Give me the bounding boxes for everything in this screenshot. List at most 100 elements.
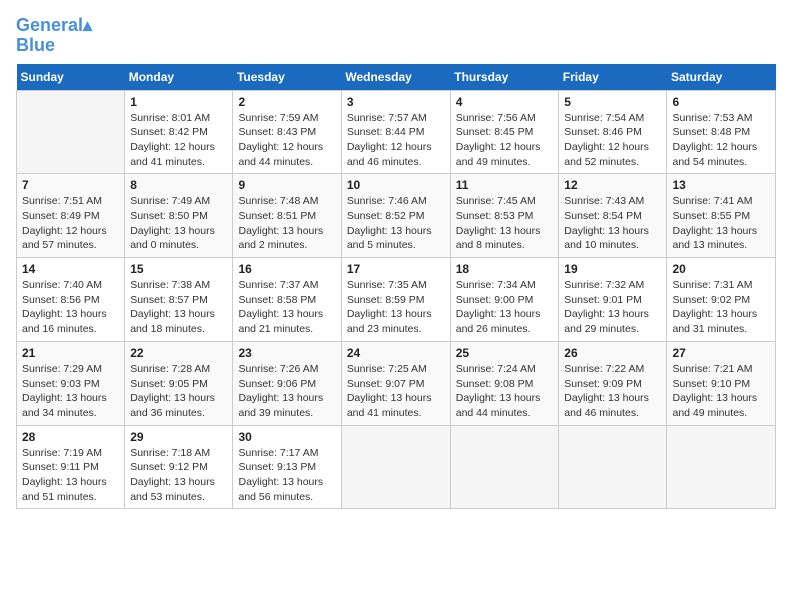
day-number: 10 <box>347 178 445 192</box>
day-number: 4 <box>456 95 554 109</box>
page-header: General▴ Blue <box>16 16 776 56</box>
header-saturday: Saturday <box>667 64 776 91</box>
day-cell: 25 Sunrise: 7:24 AM Sunset: 9:08 PM Dayli… <box>450 341 559 425</box>
day-cell: 27Sunrise: 7:21 AM Sunset: 9:10 PM Dayli… <box>667 341 776 425</box>
header-wednesday: Wednesday <box>341 64 450 91</box>
header-thursday: Thursday <box>450 64 559 91</box>
day-info: Sunrise: 7:25 AM Sunset: 9:07 PM Dayligh… <box>347 362 445 421</box>
logo: General▴ Blue <box>16 16 92 56</box>
day-cell: 16 Sunrise: 7:37 AM Sunset: 8:58 PM Dayli… <box>233 258 341 342</box>
day-info: Sunrise: 7:29 AM Sunset: 9:03 PM Dayligh… <box>22 362 119 421</box>
calendar-header-row: SundayMondayTuesdayWednesdayThursdayFrid… <box>17 64 776 91</box>
day-cell: 8Sunrise: 7:49 AM Sunset: 8:50 PM Daylig… <box>125 174 233 258</box>
day-number: 12 <box>564 178 661 192</box>
day-cell: 9 Sunrise: 7:48 AM Sunset: 8:51 PM Daylig… <box>233 174 341 258</box>
day-cell <box>667 425 776 509</box>
day-info: Sunrise: 7:40 AM Sunset: 8:56 PM Dayligh… <box>22 278 119 337</box>
day-info: Sunrise: 7:57 AM Sunset: 8:44 PM Dayligh… <box>347 111 445 170</box>
week-row-1: 1Sunrise: 8:01 AM Sunset: 8:42 PM Daylig… <box>17 90 776 174</box>
day-cell: 28 Sunrise: 7:19 AM Sunset: 9:11 PM Dayli… <box>17 425 125 509</box>
day-info: Sunrise: 7:56 AM Sunset: 8:45 PM Dayligh… <box>456 111 554 170</box>
day-info: Sunrise: 7:32 AM Sunset: 9:01 PM Dayligh… <box>564 278 661 337</box>
day-number: 13 <box>672 178 770 192</box>
day-number: 23 <box>238 346 335 360</box>
logo-blue: Blue <box>16 35 55 55</box>
day-number: 2 <box>238 95 335 109</box>
day-number: 5 <box>564 95 661 109</box>
day-info: Sunrise: 7:43 AM Sunset: 8:54 PM Dayligh… <box>564 194 661 253</box>
day-number: 16 <box>238 262 335 276</box>
day-cell: 30Sunrise: 7:17 AM Sunset: 9:13 PM Dayli… <box>233 425 341 509</box>
header-friday: Friday <box>559 64 667 91</box>
day-cell: 22 Sunrise: 7:28 AM Sunset: 9:05 PM Dayli… <box>125 341 233 425</box>
day-cell: 1Sunrise: 8:01 AM Sunset: 8:42 PM Daylig… <box>125 90 233 174</box>
day-cell: 4 Sunrise: 7:56 AM Sunset: 8:45 PM Daylig… <box>450 90 559 174</box>
calendar-table: SundayMondayTuesdayWednesdayThursdayFrid… <box>16 64 776 510</box>
day-info: Sunrise: 7:24 AM Sunset: 9:08 PM Dayligh… <box>456 362 554 421</box>
header-sunday: Sunday <box>17 64 125 91</box>
day-cell: 6Sunrise: 7:53 AM Sunset: 8:48 PM Daylig… <box>667 90 776 174</box>
day-cell: 19 Sunrise: 7:32 AM Sunset: 9:01 PM Dayli… <box>559 258 667 342</box>
day-info: Sunrise: 7:41 AM Sunset: 8:55 PM Dayligh… <box>672 194 770 253</box>
day-cell <box>341 425 450 509</box>
day-number: 3 <box>347 95 445 109</box>
day-number: 18 <box>456 262 554 276</box>
week-row-3: 14 Sunrise: 7:40 AM Sunset: 8:56 PM Dayli… <box>17 258 776 342</box>
day-cell: 20Sunrise: 7:31 AM Sunset: 9:02 PM Dayli… <box>667 258 776 342</box>
day-info: Sunrise: 7:22 AM Sunset: 9:09 PM Dayligh… <box>564 362 661 421</box>
day-number: 14 <box>22 262 119 276</box>
day-cell: 11Sunrise: 7:45 AM Sunset: 8:53 PM Dayli… <box>450 174 559 258</box>
header-monday: Monday <box>125 64 233 91</box>
day-info: Sunrise: 7:59 AM Sunset: 8:43 PM Dayligh… <box>238 111 335 170</box>
day-number: 11 <box>456 178 554 192</box>
day-cell: 29Sunrise: 7:18 AM Sunset: 9:12 PM Dayli… <box>125 425 233 509</box>
logo-text: General▴ Blue <box>16 16 92 56</box>
day-info: Sunrise: 8:01 AM Sunset: 8:42 PM Dayligh… <box>130 111 227 170</box>
day-cell: 17 Sunrise: 7:35 AM Sunset: 8:59 PM Dayli… <box>341 258 450 342</box>
day-cell: 21Sunrise: 7:29 AM Sunset: 9:03 PM Dayli… <box>17 341 125 425</box>
header-tuesday: Tuesday <box>233 64 341 91</box>
day-info: Sunrise: 7:51 AM Sunset: 8:49 PM Dayligh… <box>22 194 119 253</box>
day-cell: 3 Sunrise: 7:57 AM Sunset: 8:44 PM Daylig… <box>341 90 450 174</box>
day-info: Sunrise: 7:54 AM Sunset: 8:46 PM Dayligh… <box>564 111 661 170</box>
day-info: Sunrise: 7:28 AM Sunset: 9:05 PM Dayligh… <box>130 362 227 421</box>
day-info: Sunrise: 7:26 AM Sunset: 9:06 PM Dayligh… <box>238 362 335 421</box>
day-info: Sunrise: 7:21 AM Sunset: 9:10 PM Dayligh… <box>672 362 770 421</box>
week-row-2: 7 Sunrise: 7:51 AM Sunset: 8:49 PM Daylig… <box>17 174 776 258</box>
day-info: Sunrise: 7:19 AM Sunset: 9:11 PM Dayligh… <box>22 446 119 505</box>
day-info: Sunrise: 7:48 AM Sunset: 8:51 PM Dayligh… <box>238 194 335 253</box>
day-info: Sunrise: 7:18 AM Sunset: 9:12 PM Dayligh… <box>130 446 227 505</box>
day-info: Sunrise: 7:35 AM Sunset: 8:59 PM Dayligh… <box>347 278 445 337</box>
day-number: 25 <box>456 346 554 360</box>
day-number: 19 <box>564 262 661 276</box>
day-cell: 15 Sunrise: 7:38 AM Sunset: 8:57 PM Dayli… <box>125 258 233 342</box>
week-row-4: 21Sunrise: 7:29 AM Sunset: 9:03 PM Dayli… <box>17 341 776 425</box>
day-number: 22 <box>130 346 227 360</box>
day-cell: 14 Sunrise: 7:40 AM Sunset: 8:56 PM Dayli… <box>17 258 125 342</box>
week-row-5: 28 Sunrise: 7:19 AM Sunset: 9:11 PM Dayli… <box>17 425 776 509</box>
day-number: 26 <box>564 346 661 360</box>
logo-bird-icon: ▴ <box>83 15 92 35</box>
day-info: Sunrise: 7:37 AM Sunset: 8:58 PM Dayligh… <box>238 278 335 337</box>
day-number: 9 <box>238 178 335 192</box>
day-info: Sunrise: 7:34 AM Sunset: 9:00 PM Dayligh… <box>456 278 554 337</box>
day-cell: 7 Sunrise: 7:51 AM Sunset: 8:49 PM Daylig… <box>17 174 125 258</box>
day-cell: 12 Sunrise: 7:43 AM Sunset: 8:54 PM Dayli… <box>559 174 667 258</box>
day-number: 24 <box>347 346 445 360</box>
day-number: 7 <box>22 178 119 192</box>
day-info: Sunrise: 7:17 AM Sunset: 9:13 PM Dayligh… <box>238 446 335 505</box>
day-number: 28 <box>22 430 119 444</box>
day-cell: 26 Sunrise: 7:22 AM Sunset: 9:09 PM Dayli… <box>559 341 667 425</box>
day-number: 17 <box>347 262 445 276</box>
day-cell: 23 Sunrise: 7:26 AM Sunset: 9:06 PM Dayli… <box>233 341 341 425</box>
day-number: 20 <box>672 262 770 276</box>
day-number: 6 <box>672 95 770 109</box>
day-cell <box>450 425 559 509</box>
day-info: Sunrise: 7:38 AM Sunset: 8:57 PM Dayligh… <box>130 278 227 337</box>
day-cell: 13 Sunrise: 7:41 AM Sunset: 8:55 PM Dayli… <box>667 174 776 258</box>
day-cell: 5 Sunrise: 7:54 AM Sunset: 8:46 PM Daylig… <box>559 90 667 174</box>
day-cell: 10Sunrise: 7:46 AM Sunset: 8:52 PM Dayli… <box>341 174 450 258</box>
day-number: 15 <box>130 262 227 276</box>
day-cell: 2 Sunrise: 7:59 AM Sunset: 8:43 PM Daylig… <box>233 90 341 174</box>
day-info: Sunrise: 7:49 AM Sunset: 8:50 PM Dayligh… <box>130 194 227 253</box>
